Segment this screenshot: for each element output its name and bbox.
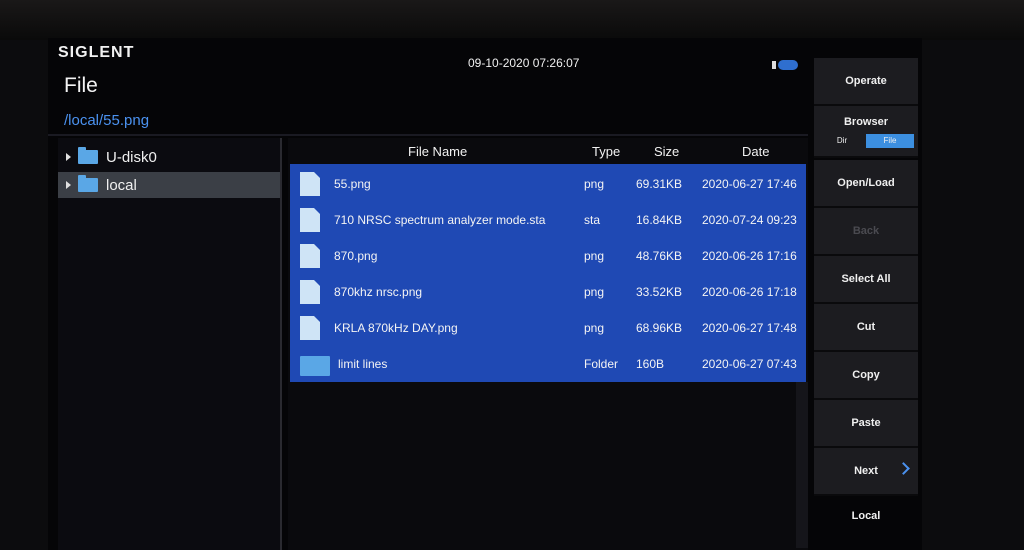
file-list: File Name Type Size Date 55.png png 69.3…: [288, 138, 808, 550]
file-type: png: [584, 285, 605, 299]
file-name: 870.png: [334, 249, 378, 263]
file-icon: [300, 280, 320, 304]
usb-status-icon: [772, 60, 798, 70]
chevron-right-icon: [897, 462, 910, 475]
file-icon: [300, 208, 320, 232]
page-title: File: [64, 74, 98, 97]
file-rows-selected: 55.png png 69.31KB 2020-06-27 17:46 710 …: [290, 164, 806, 382]
column-header-name[interactable]: File Name: [408, 144, 467, 159]
open-load-button[interactable]: Open/Load: [814, 160, 918, 208]
file-size: 16.84KB: [636, 213, 683, 227]
file-type: png: [584, 321, 605, 335]
browser-label: Browser: [843, 116, 889, 128]
datetime-display: 09-10-2020 07:26:07: [468, 56, 580, 70]
location-label: Local: [851, 510, 881, 522]
file-name: 870khz nrsc.png: [334, 285, 423, 299]
folder-icon: [78, 147, 98, 164]
brand-logo: SIGLENT: [58, 44, 135, 61]
next-button[interactable]: Next: [814, 448, 918, 496]
table-row[interactable]: 870khz nrsc.png png 33.52KB 2020-06-26 1…: [290, 274, 806, 310]
file-size: 68.96KB: [636, 321, 683, 335]
folder-icon: [300, 356, 330, 376]
file-date: 2020-06-27 17:46: [702, 177, 797, 191]
table-row[interactable]: KRLA 870kHz DAY.png png 68.96KB 2020-06-…: [290, 310, 806, 346]
table-row[interactable]: 55.png png 69.31KB 2020-06-27 17:46: [290, 166, 806, 202]
expand-arrow-icon[interactable]: [66, 181, 71, 189]
instrument-screen: SIGLENT File 09-10-2020 07:26:07 /local/…: [48, 38, 922, 550]
file-list-header: File Name Type Size Date: [288, 138, 808, 164]
file-name: KRLA 870kHz DAY.png: [334, 321, 458, 335]
file-type: sta: [584, 213, 601, 227]
file-date: 2020-06-27 07:43: [702, 357, 797, 371]
select-all-button[interactable]: Select All: [814, 256, 918, 304]
column-header-date[interactable]: Date: [742, 144, 769, 159]
tree-item-local[interactable]: local: [58, 172, 280, 198]
back-button[interactable]: Back: [814, 208, 918, 256]
next-label: Next: [854, 465, 878, 477]
tree-item-label: local: [106, 176, 137, 194]
softkey-menu: Operate Browser Dir File Open/Load Back …: [814, 58, 918, 548]
file-date: 2020-07-24 09:23: [702, 213, 797, 227]
file-name: limit lines: [338, 357, 388, 371]
file-type: png: [584, 249, 605, 263]
paste-button[interactable]: Paste: [814, 400, 918, 448]
file-size: 48.76KB: [636, 249, 683, 263]
expand-arrow-icon[interactable]: [66, 153, 71, 161]
divider: [48, 134, 808, 136]
current-path: /local/55.png: [64, 112, 150, 129]
file-icon: [300, 244, 320, 268]
toggle-file[interactable]: File: [866, 134, 914, 148]
copy-button[interactable]: Copy: [814, 352, 918, 400]
cut-button[interactable]: Cut: [814, 304, 918, 352]
operate-header: Operate: [814, 58, 918, 106]
file-date: 2020-06-26 17:18: [702, 285, 797, 299]
file-name: 55.png: [334, 177, 371, 191]
scrollbar[interactable]: [796, 382, 808, 548]
file-size: 69.31KB: [636, 177, 683, 191]
toggle-dir[interactable]: Dir: [818, 134, 866, 148]
column-header-size[interactable]: Size: [654, 144, 679, 159]
file-type: Folder: [584, 357, 619, 371]
bezel: [0, 0, 1024, 40]
table-row[interactable]: 710 NRSC spectrum analyzer mode.sta sta …: [290, 202, 806, 238]
folder-icon: [78, 175, 98, 192]
file-size: 160B: [636, 357, 665, 371]
file-type: png: [584, 177, 605, 191]
table-row[interactable]: limit lines Folder 160B 2020-06-27 07:43: [290, 346, 806, 382]
browser-toggle-button[interactable]: Browser Dir File: [814, 106, 918, 158]
file-date: 2020-06-26 17:16: [702, 249, 797, 263]
file-icon: [300, 172, 320, 196]
table-row[interactable]: 870.png png 48.76KB 2020-06-26 17:16: [290, 238, 806, 274]
file-date: 2020-06-27 17:48: [702, 321, 797, 335]
file-name: 710 NRSC spectrum analyzer mode.sta: [334, 213, 546, 227]
directory-tree: U-disk0 local: [58, 138, 282, 550]
tree-item-u-disk0[interactable]: U-disk0: [58, 144, 280, 170]
column-header-type[interactable]: Type: [592, 144, 620, 159]
tree-item-label: U-disk0: [106, 148, 157, 166]
file-size: 33.52KB: [636, 285, 683, 299]
dir-file-toggle[interactable]: Dir File: [818, 134, 914, 148]
file-icon: [300, 316, 320, 340]
